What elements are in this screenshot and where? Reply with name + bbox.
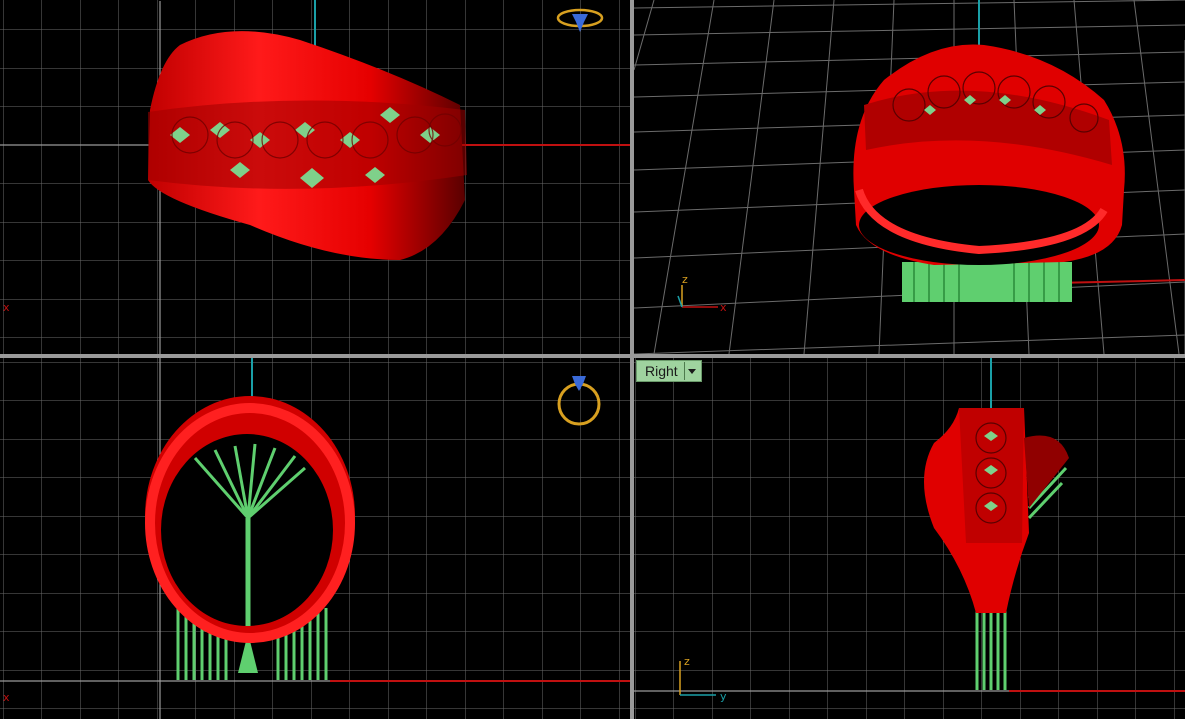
axis-label-x: x bbox=[3, 691, 10, 704]
right-view-canvas: z y bbox=[634, 358, 1185, 719]
axis-label-x: x bbox=[720, 301, 727, 314]
ring-hole bbox=[161, 434, 333, 626]
axis-label-z: z bbox=[682, 273, 688, 286]
grid bbox=[634, 358, 1185, 719]
viewport-label-dropdown[interactable]: Right bbox=[636, 360, 702, 382]
axis-label-z: z bbox=[684, 655, 690, 668]
viewport-top[interactable]: x bbox=[0, 0, 630, 354]
chevron-down-icon[interactable] bbox=[683, 362, 697, 380]
viewport-right[interactable]: z y Right bbox=[634, 358, 1185, 719]
front-view-canvas: x bbox=[0, 358, 630, 719]
axis-gizmo: z x bbox=[677, 273, 727, 314]
perspective-view-canvas: z x bbox=[634, 0, 1185, 354]
axis-label-y: y bbox=[720, 690, 727, 703]
viewport-label-text: Right bbox=[645, 363, 678, 379]
axis-label-x: x bbox=[3, 301, 10, 314]
ring-model bbox=[853, 44, 1125, 265]
viewport-front[interactable]: x bbox=[0, 358, 630, 719]
viewport-perspective[interactable]: z x bbox=[634, 0, 1185, 354]
top-view-canvas: x bbox=[0, 0, 630, 354]
